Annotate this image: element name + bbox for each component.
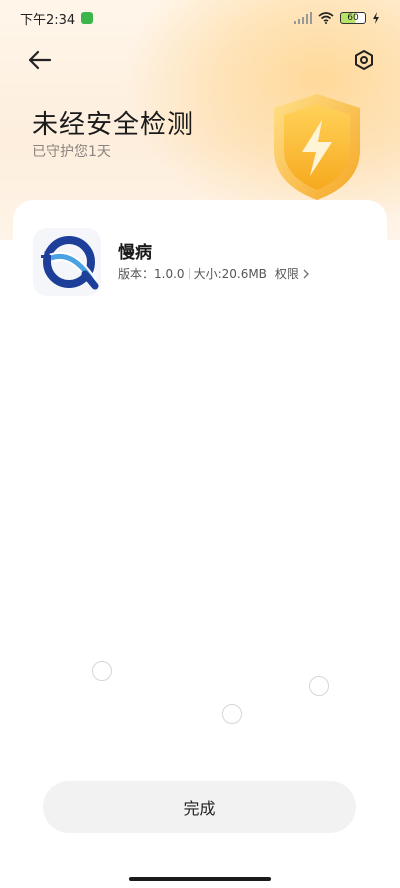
app-name: 慢病 — [118, 243, 152, 263]
version-value: 1.0.0 — [154, 266, 185, 281]
version-label: 版本： — [118, 267, 155, 281]
page-title: 未经安全检测 — [32, 110, 195, 140]
battery-icon: 60 — [340, 12, 366, 24]
page-subtitle: 已守护您1天 — [32, 144, 111, 160]
app-meta: 版本： 1.0.0 大小: 20.6MB 权限 — [118, 265, 310, 282]
decorative-circle — [222, 704, 242, 724]
status-left: 下午2:34 — [20, 9, 94, 28]
app-logo-icon — [41, 236, 99, 290]
home-indicator[interactable] — [129, 877, 271, 881]
size-label: 大小: — [193, 267, 222, 281]
permissions-label: 权限 — [274, 267, 299, 281]
chevron-right-icon — [303, 269, 309, 278]
back-button[interactable] — [20, 42, 60, 78]
status-time: 下午2:34 — [20, 12, 76, 28]
app-icon — [33, 228, 101, 296]
decorative-circle — [92, 661, 112, 681]
settings-button[interactable] — [344, 42, 384, 78]
done-button[interactable]: 完成 — [43, 781, 356, 833]
back-arrow-icon — [28, 50, 52, 70]
size-value: 20.6MB — [221, 266, 267, 281]
settings-icon — [355, 50, 373, 70]
status-right: 60 — [294, 12, 380, 24]
permissions-link[interactable]: 权限 — [275, 265, 310, 282]
meta-divider — [188, 268, 190, 279]
charging-icon — [373, 12, 379, 24]
wifi-icon — [318, 12, 334, 24]
status-bar: 下午2:34 60 — [0, 0, 400, 36]
notification-app-icon — [81, 12, 94, 24]
signal-icon — [294, 12, 312, 24]
shield-lightning-icon — [274, 94, 360, 200]
decorative-circle — [309, 676, 329, 696]
